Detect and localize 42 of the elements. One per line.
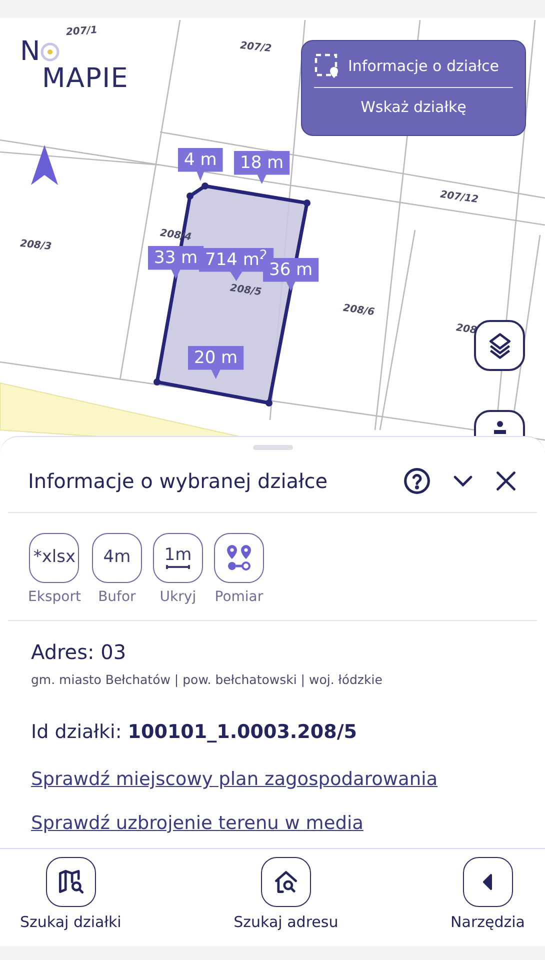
parcel-number: 208/4 — [159, 226, 192, 246]
nav-button[interactable]: Szukaj działki — [20, 857, 122, 934]
parcel-number: 208/5 — [229, 282, 262, 300]
parcel-number: 208/3 — [19, 237, 52, 255]
tool-label: Eksport — [28, 588, 81, 607]
address-detail: gm. miasto Bełchatów | pow. bełchatowski | woj. łódzkie — [31, 671, 384, 689]
two-pins-icon — [224, 544, 253, 572]
nav-button[interactable]: Narzędzia — [450, 857, 525, 934]
logo-text: MAPIE — [42, 65, 128, 92]
tool-label: Ukryj — [160, 588, 196, 607]
menu-title: Informacje o działce — [348, 56, 499, 77]
pin-ring-icon — [40, 42, 60, 62]
triangle-left-icon — [480, 873, 495, 891]
tool-label: Pomiar — [214, 588, 264, 607]
tool-label: Bufor — [98, 588, 136, 607]
map-search-icon — [58, 869, 84, 895]
parcel-number: 208 — [455, 322, 478, 338]
dashed-square-pin-icon — [314, 53, 340, 79]
point-parcel-button[interactable]: Wskaż działkę — [314, 88, 513, 126]
logo-text: N — [20, 38, 40, 65]
drag-handle[interactable] — [252, 445, 292, 450]
tool-button[interactable]: 4m — [92, 533, 142, 583]
link[interactable]: Sprawdź miejscowy plan zagospodarowania — [31, 766, 514, 794]
tool-button[interactable]: *xlsx — [29, 533, 80, 583]
measurement-tag: 18 m — [234, 151, 290, 184]
ruler-icon — [164, 564, 191, 570]
house-search-icon — [272, 869, 299, 895]
north-arrow-icon — [31, 145, 58, 185]
help-icon[interactable] — [403, 467, 431, 495]
parcel-id: Id działki: 100101_1.0003.208/5 — [31, 720, 358, 745]
nav-button[interactable]: Szukaj adresu — [234, 857, 338, 934]
close-icon[interactable] — [495, 470, 517, 492]
tool-button[interactable]: 1m — [152, 533, 203, 583]
measurement-tag: 4 m — [178, 148, 223, 181]
link[interactable]: Sprawdź uzbrojenie terenu w media — [31, 810, 514, 838]
sheet-title: Informacje o wybranej działce — [28, 468, 329, 495]
parcel-number: 207/12 — [439, 188, 480, 208]
parcel-number: 207/1 — [66, 24, 98, 40]
parcel-number: 207/2 — [239, 39, 272, 57]
parcel-number: 208/6 — [342, 302, 376, 320]
address-title: Adres: 03 — [31, 639, 128, 666]
tool-button[interactable] — [214, 533, 264, 583]
